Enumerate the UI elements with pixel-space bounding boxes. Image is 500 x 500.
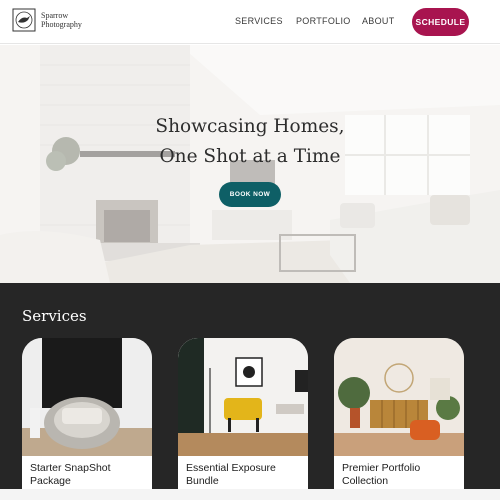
- hero-section: Showcasing Homes, One Shot at a Time BOO…: [0, 45, 500, 283]
- service-card-premier[interactable]: Premier Portfolio Collection: [334, 338, 464, 500]
- service-card-title: Premier Portfolio Collection: [342, 462, 421, 487]
- brand-logo-link[interactable]: Sparrow Photography: [12, 8, 85, 32]
- hero-heading-line1: Showcasing Homes,: [155, 116, 345, 137]
- brand-name: Sparrow Photography: [41, 11, 82, 29]
- service-card-title: Essential Exposure Bundle: [186, 462, 276, 487]
- schedule-button[interactable]: SCHEDULE: [412, 8, 469, 36]
- page-bottom-strip: [0, 489, 500, 500]
- book-now-button[interactable]: BOOK NOW: [219, 182, 281, 207]
- service-card-essential[interactable]: Essential Exposure Bundle: [178, 338, 308, 500]
- nav-services[interactable]: SERVICES: [235, 16, 283, 26]
- services-section: Services Starter SnapShot Package Essent…: [0, 283, 500, 500]
- starter-card-image: [22, 338, 152, 456]
- hero-heading: Showcasing Homes, One Shot at a Time: [0, 112, 500, 172]
- essential-card-image: [178, 338, 308, 456]
- nav-portfolio[interactable]: PORTFOLIO: [296, 16, 351, 26]
- site-header: Sparrow Photography SERVICES PORTFOLIO A…: [0, 0, 500, 44]
- service-card-title: Starter SnapShot Package: [30, 462, 111, 487]
- service-card-starter[interactable]: Starter SnapShot Package: [22, 338, 152, 500]
- premier-card-image: [334, 338, 464, 456]
- hero-heading-line2: One Shot at a Time: [159, 146, 341, 167]
- services-heading: Services: [22, 307, 87, 325]
- sparrow-logo-icon: [12, 8, 36, 32]
- nav-about[interactable]: ABOUT: [362, 16, 395, 26]
